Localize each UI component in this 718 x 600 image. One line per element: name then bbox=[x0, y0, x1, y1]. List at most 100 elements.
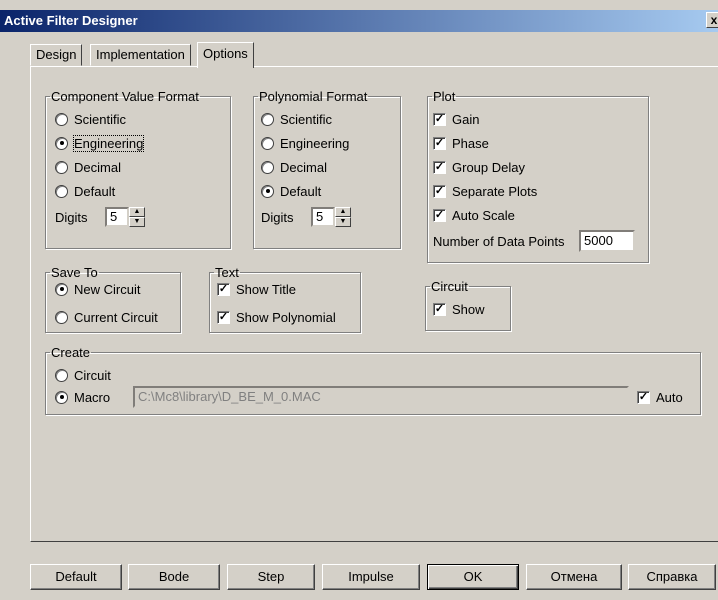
checkbox-label: Auto bbox=[656, 389, 683, 405]
cvf-digits-spinner[interactable]: 5 ▲ ▼ bbox=[105, 207, 145, 227]
cvf-radio-decimal[interactable]: Decimal bbox=[55, 157, 121, 177]
close-button[interactable]: x bbox=[706, 12, 718, 28]
radio-button[interactable] bbox=[55, 136, 68, 150]
tab-implementation[interactable]: Implementation bbox=[90, 44, 191, 66]
checkbox-label: Separate Plots bbox=[452, 183, 538, 199]
radio-label: Decimal bbox=[280, 159, 327, 175]
radio-button[interactable] bbox=[261, 112, 274, 126]
cvf-digits-label: Digits bbox=[55, 209, 88, 225]
cvf-radio-scientific[interactable]: Scientific bbox=[55, 109, 126, 129]
checkbox-checked-icon[interactable]: ✓ bbox=[433, 184, 446, 198]
options-tab-page: Component Value Format Scientific Engine… bbox=[30, 66, 718, 542]
create-check-auto[interactable]: ✓ Auto bbox=[637, 387, 683, 407]
radio-button[interactable] bbox=[261, 160, 274, 174]
tab-design-label: Design bbox=[36, 47, 77, 62]
ok-button[interactable]: OK bbox=[427, 564, 519, 590]
bode-button[interactable]: Bode bbox=[128, 564, 220, 590]
save-to-legend: Save To bbox=[51, 265, 98, 280]
plot-legend: Plot bbox=[433, 89, 456, 104]
radio-button[interactable] bbox=[261, 184, 274, 198]
spin-up-icon[interactable]: ▲ bbox=[129, 207, 145, 217]
radio-button[interactable] bbox=[55, 390, 68, 404]
radio-selected-dot bbox=[59, 395, 64, 399]
cvf-radio-engineering[interactable]: Engineering bbox=[55, 133, 145, 153]
save-to-radio-new-circuit[interactable]: New Circuit bbox=[55, 279, 140, 299]
dialog-window: Active Filter Designer x Design Implemen… bbox=[0, 0, 718, 600]
plot-check-separate-plots[interactable]: ✓ Separate Plots bbox=[433, 181, 537, 201]
checkbox-label: Show bbox=[452, 301, 485, 317]
radio-label: Default bbox=[280, 183, 322, 199]
checkbox-checked-icon[interactable]: ✓ bbox=[433, 160, 446, 174]
circuit-check-show[interactable]: ✓ Show bbox=[433, 299, 485, 319]
plot-check-phase[interactable]: ✓ Phase bbox=[433, 133, 489, 153]
polynomial-format-legend: Polynomial Format bbox=[259, 89, 368, 104]
close-icon: x bbox=[710, 13, 718, 27]
checkbox-label: Group Delay bbox=[452, 159, 525, 175]
save-to-radio-current-circuit[interactable]: Current Circuit bbox=[55, 307, 158, 327]
pf-radio-decimal[interactable]: Decimal bbox=[261, 157, 327, 177]
radio-button[interactable] bbox=[55, 282, 68, 296]
macro-path-input: C:\Mc8\library\D_BE_M_0.MAC bbox=[133, 386, 629, 408]
checkbox-checked-icon[interactable]: ✓ bbox=[433, 208, 446, 222]
pf-digits-label: Digits bbox=[261, 209, 294, 225]
plot-check-gain[interactable]: ✓ Gain bbox=[433, 109, 479, 129]
checkbox-label: Show Title bbox=[236, 281, 296, 297]
component-value-format-legend: Component Value Format bbox=[51, 89, 199, 104]
pf-radio-engineering[interactable]: Engineering bbox=[261, 133, 349, 153]
radio-button[interactable] bbox=[55, 112, 68, 126]
text-check-show-polynomial[interactable]: ✓ Show Polynomial bbox=[217, 307, 336, 327]
checkbox-checked-icon[interactable]: ✓ bbox=[433, 136, 446, 150]
radio-label: Engineering bbox=[72, 134, 145, 152]
step-button[interactable]: Step bbox=[227, 564, 315, 590]
checkbox-checked-icon[interactable]: ✓ bbox=[217, 310, 230, 324]
create-legend: Create bbox=[51, 345, 91, 360]
tab-options-label: Options bbox=[203, 46, 248, 61]
cvf-digits-value[interactable]: 5 bbox=[105, 207, 129, 227]
radio-label: Scientific bbox=[280, 111, 333, 127]
tab-design[interactable]: Design bbox=[30, 44, 83, 66]
plot-check-auto-scale[interactable]: ✓ Auto Scale bbox=[433, 205, 515, 225]
pf-digits-value[interactable]: 5 bbox=[311, 207, 335, 227]
cvf-radio-default[interactable]: Default bbox=[55, 181, 115, 201]
window-title: Active Filter Designer bbox=[4, 13, 138, 28]
radio-selected-dot bbox=[265, 189, 270, 193]
pf-radio-default[interactable]: Default bbox=[261, 181, 321, 201]
radio-selected-dot bbox=[59, 141, 64, 145]
radio-selected-dot bbox=[59, 287, 64, 291]
spin-down-icon[interactable]: ▼ bbox=[335, 217, 351, 227]
pf-radio-scientific[interactable]: Scientific bbox=[261, 109, 332, 129]
radio-label: New Circuit bbox=[74, 281, 141, 297]
radio-label: Decimal bbox=[74, 159, 121, 175]
radio-button[interactable] bbox=[55, 368, 68, 382]
circuit-legend: Circuit bbox=[431, 279, 468, 294]
spin-down-icon[interactable]: ▼ bbox=[129, 217, 145, 227]
text-legend: Text bbox=[215, 265, 239, 280]
create-radio-macro[interactable]: Macro bbox=[55, 387, 110, 407]
checkbox-checked-icon[interactable]: ✓ bbox=[637, 390, 650, 404]
checkbox-label: Auto Scale bbox=[452, 207, 515, 223]
radio-button[interactable] bbox=[261, 136, 274, 150]
radio-button[interactable] bbox=[55, 310, 68, 324]
create-radio-circuit[interactable]: Circuit bbox=[55, 365, 111, 385]
radio-button[interactable] bbox=[55, 184, 68, 198]
radio-label: Macro bbox=[74, 389, 111, 405]
help-button[interactable]: Справка bbox=[628, 564, 716, 590]
cancel-button[interactable]: Отмена bbox=[526, 564, 622, 590]
radio-button[interactable] bbox=[55, 160, 68, 174]
checkbox-checked-icon[interactable]: ✓ bbox=[433, 302, 446, 316]
spin-up-icon[interactable]: ▲ bbox=[335, 207, 351, 217]
plot-check-group-delay[interactable]: ✓ Group Delay bbox=[433, 157, 525, 177]
default-button[interactable]: Default bbox=[30, 564, 122, 590]
text-check-show-title[interactable]: ✓ Show Title bbox=[217, 279, 296, 299]
tab-options[interactable]: Options bbox=[197, 42, 254, 68]
radio-label: Scientific bbox=[74, 111, 127, 127]
checkbox-checked-icon[interactable]: ✓ bbox=[217, 282, 230, 296]
checkbox-label: Phase bbox=[452, 135, 489, 151]
radio-label: Circuit bbox=[74, 367, 111, 383]
title-bar[interactable]: Active Filter Designer x bbox=[0, 10, 718, 32]
checkbox-checked-icon[interactable]: ✓ bbox=[433, 112, 446, 126]
radio-label: Default bbox=[74, 183, 116, 199]
impulse-button[interactable]: Impulse bbox=[322, 564, 420, 590]
pf-digits-spinner[interactable]: 5 ▲ ▼ bbox=[311, 207, 351, 227]
data-points-input[interactable]: 5000 bbox=[579, 230, 635, 252]
